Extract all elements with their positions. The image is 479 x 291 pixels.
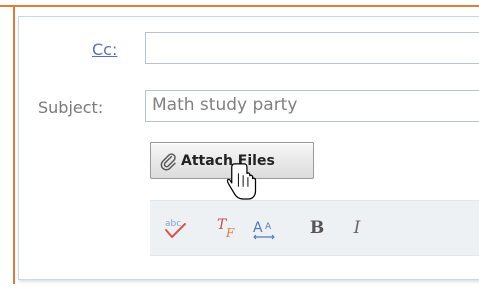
bold-icon[interactable]: B bbox=[303, 215, 331, 241]
cc-link[interactable]: Cc: bbox=[92, 40, 117, 59]
font-icon[interactable]: T F bbox=[214, 215, 242, 241]
paperclip-icon bbox=[160, 152, 176, 170]
attach-files-button[interactable]: Attach Files bbox=[150, 142, 314, 179]
svg-text:A: A bbox=[253, 220, 263, 236]
attach-files-label: Attach Files bbox=[181, 152, 275, 169]
svg-text:abc: abc bbox=[165, 219, 181, 229]
italic-icon[interactable]: I bbox=[343, 215, 371, 241]
svg-text:F: F bbox=[225, 226, 235, 240]
subject-input[interactable]: Math study party bbox=[145, 90, 479, 122]
font-size-icon[interactable]: A A bbox=[252, 215, 280, 241]
svg-text:A: A bbox=[265, 222, 272, 232]
format-toolbar: abc T F A A B I bbox=[150, 200, 479, 256]
cc-input[interactable] bbox=[145, 32, 479, 64]
subject-label: Subject: bbox=[38, 98, 104, 117]
left-accent-line bbox=[13, 6, 15, 284]
top-accent-line bbox=[0, 5, 479, 7]
spellcheck-icon[interactable]: abc bbox=[162, 215, 190, 241]
